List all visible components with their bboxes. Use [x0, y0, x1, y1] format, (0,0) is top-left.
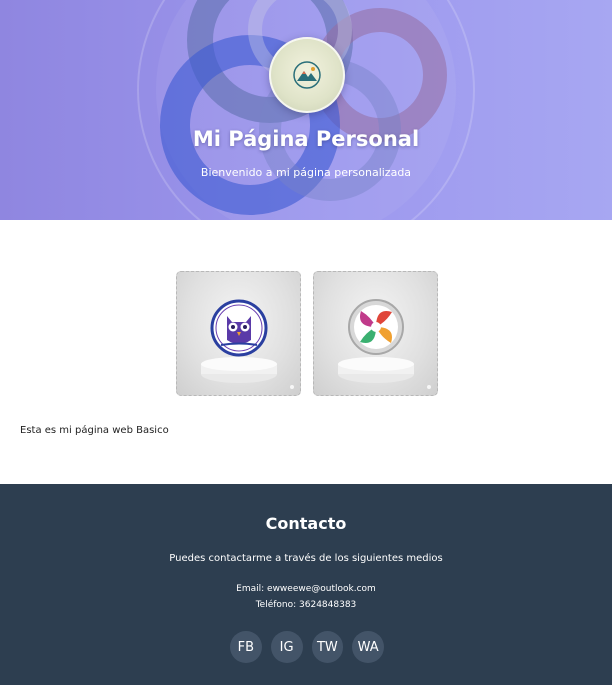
page-title: Mi Página Personal — [192, 127, 420, 151]
owl-logo-icon — [201, 299, 277, 383]
contact-footer: Contacto Puedes contactarme a través de … — [0, 484, 612, 685]
image-gallery — [176, 271, 438, 396]
swirl-logo-icon — [338, 299, 414, 383]
gallery-item-owl[interactable] — [176, 271, 301, 396]
twitter-link[interactable]: TW — [311, 631, 344, 663]
whatsapp-link[interactable]: WA — [352, 631, 384, 663]
page-subtitle: Bienvenido a mi página personalizada — [200, 166, 412, 179]
card-indicator — [427, 385, 431, 389]
contact-email[interactable]: Email: ewweewe@outlook.com — [0, 584, 612, 594]
instagram-link[interactable]: IG — [270, 631, 303, 663]
footer-title: Contacto — [265, 514, 347, 533]
facebook-link[interactable]: FB — [230, 631, 262, 663]
profile-avatar — [269, 37, 345, 113]
hero-header: Mi Página Personal Bienvenido a mi págin… — [0, 0, 612, 220]
social-links: FB IG TW WA — [230, 631, 384, 663]
contact-phone[interactable]: Teléfono: 3624848383 — [0, 600, 612, 610]
intro-text: Esta es mi página web Basico — [20, 425, 169, 436]
card-indicator — [290, 385, 294, 389]
footer-description: Puedes contactarme a través de los sigui… — [169, 553, 443, 564]
mountain-logo-icon — [293, 61, 321, 89]
gallery-item-swirl[interactable] — [313, 271, 438, 396]
